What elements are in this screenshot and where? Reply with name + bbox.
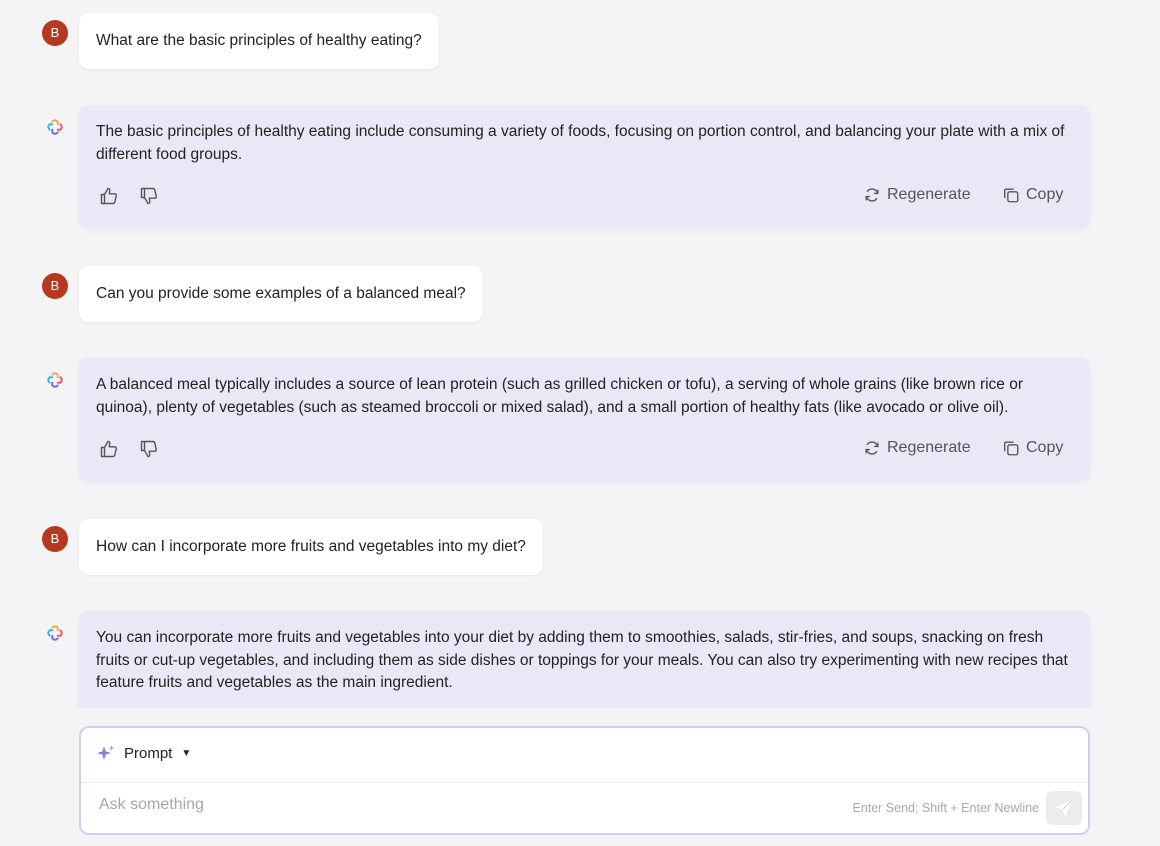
send-button[interactable] bbox=[1046, 791, 1082, 825]
assistant-message-text: You can incorporate more fruits and vege… bbox=[96, 629, 1068, 691]
regenerate-label: Regenerate bbox=[887, 439, 971, 456]
assistant-logo-icon bbox=[47, 372, 63, 388]
prompt-composer: Prompt ▼ Enter Send; Shift + Enter Newli… bbox=[79, 726, 1090, 835]
assistant-message-text: The basic principles of healthy eating i… bbox=[96, 123, 1065, 163]
user-avatar: B bbox=[42, 20, 68, 46]
copy-icon bbox=[1004, 188, 1019, 203]
prompt-selector-label: Prompt bbox=[124, 744, 173, 762]
message-actions: Regenerate Copy bbox=[96, 184, 1070, 228]
assistant-message-bubble: You can incorporate more fruits and vege… bbox=[79, 611, 1090, 708]
copy-button[interactable]: Copy bbox=[1002, 438, 1063, 458]
copy-button[interactable]: Copy bbox=[1002, 185, 1063, 205]
sparkle-icon bbox=[97, 745, 115, 760]
copy-label: Copy bbox=[1026, 186, 1064, 203]
composer-toolbar: Prompt ▼ bbox=[81, 728, 1088, 783]
user-avatar: B bbox=[42, 526, 68, 552]
user-message-text: Can you provide some examples of a balan… bbox=[79, 266, 483, 322]
keyboard-hint: Enter Send; Shift + Enter Newline bbox=[852, 801, 1039, 815]
send-icon bbox=[1056, 800, 1072, 816]
message-actions: Regenerate Copy bbox=[96, 437, 1070, 481]
regenerate-button[interactable]: Regenerate bbox=[863, 185, 971, 205]
chat-thread: B What are the basic principles of healt… bbox=[0, 0, 1160, 708]
regenerate-label: Regenerate bbox=[887, 186, 971, 203]
ask-input[interactable] bbox=[99, 796, 799, 814]
caret-down-icon: ▼ bbox=[181, 747, 192, 759]
copy-icon bbox=[1004, 441, 1019, 456]
user-avatar: B bbox=[42, 273, 68, 299]
refresh-icon bbox=[865, 188, 879, 202]
user-message-text: What are the basic principles of healthy… bbox=[79, 13, 439, 69]
assistant-logo-icon bbox=[47, 625, 63, 641]
assistant-message-bubble: The basic principles of healthy eating i… bbox=[79, 105, 1090, 228]
thumbs-up-icon[interactable] bbox=[99, 186, 119, 206]
refresh-icon bbox=[865, 441, 879, 455]
thumbs-down-icon[interactable] bbox=[139, 186, 159, 206]
thumbs-up-icon[interactable] bbox=[99, 439, 119, 459]
user-message-text: How can I incorporate more fruits and ve… bbox=[79, 519, 543, 575]
copy-label: Copy bbox=[1026, 439, 1064, 456]
prompt-selector[interactable]: Prompt ▼ bbox=[96, 743, 191, 763]
assistant-message-text: A balanced meal typically includes a sou… bbox=[96, 376, 1024, 416]
assistant-message-bubble: A balanced meal typically includes a sou… bbox=[79, 358, 1090, 481]
assistant-logo-icon bbox=[47, 119, 63, 135]
regenerate-button[interactable]: Regenerate bbox=[863, 438, 971, 458]
thumbs-down-icon[interactable] bbox=[139, 439, 159, 459]
